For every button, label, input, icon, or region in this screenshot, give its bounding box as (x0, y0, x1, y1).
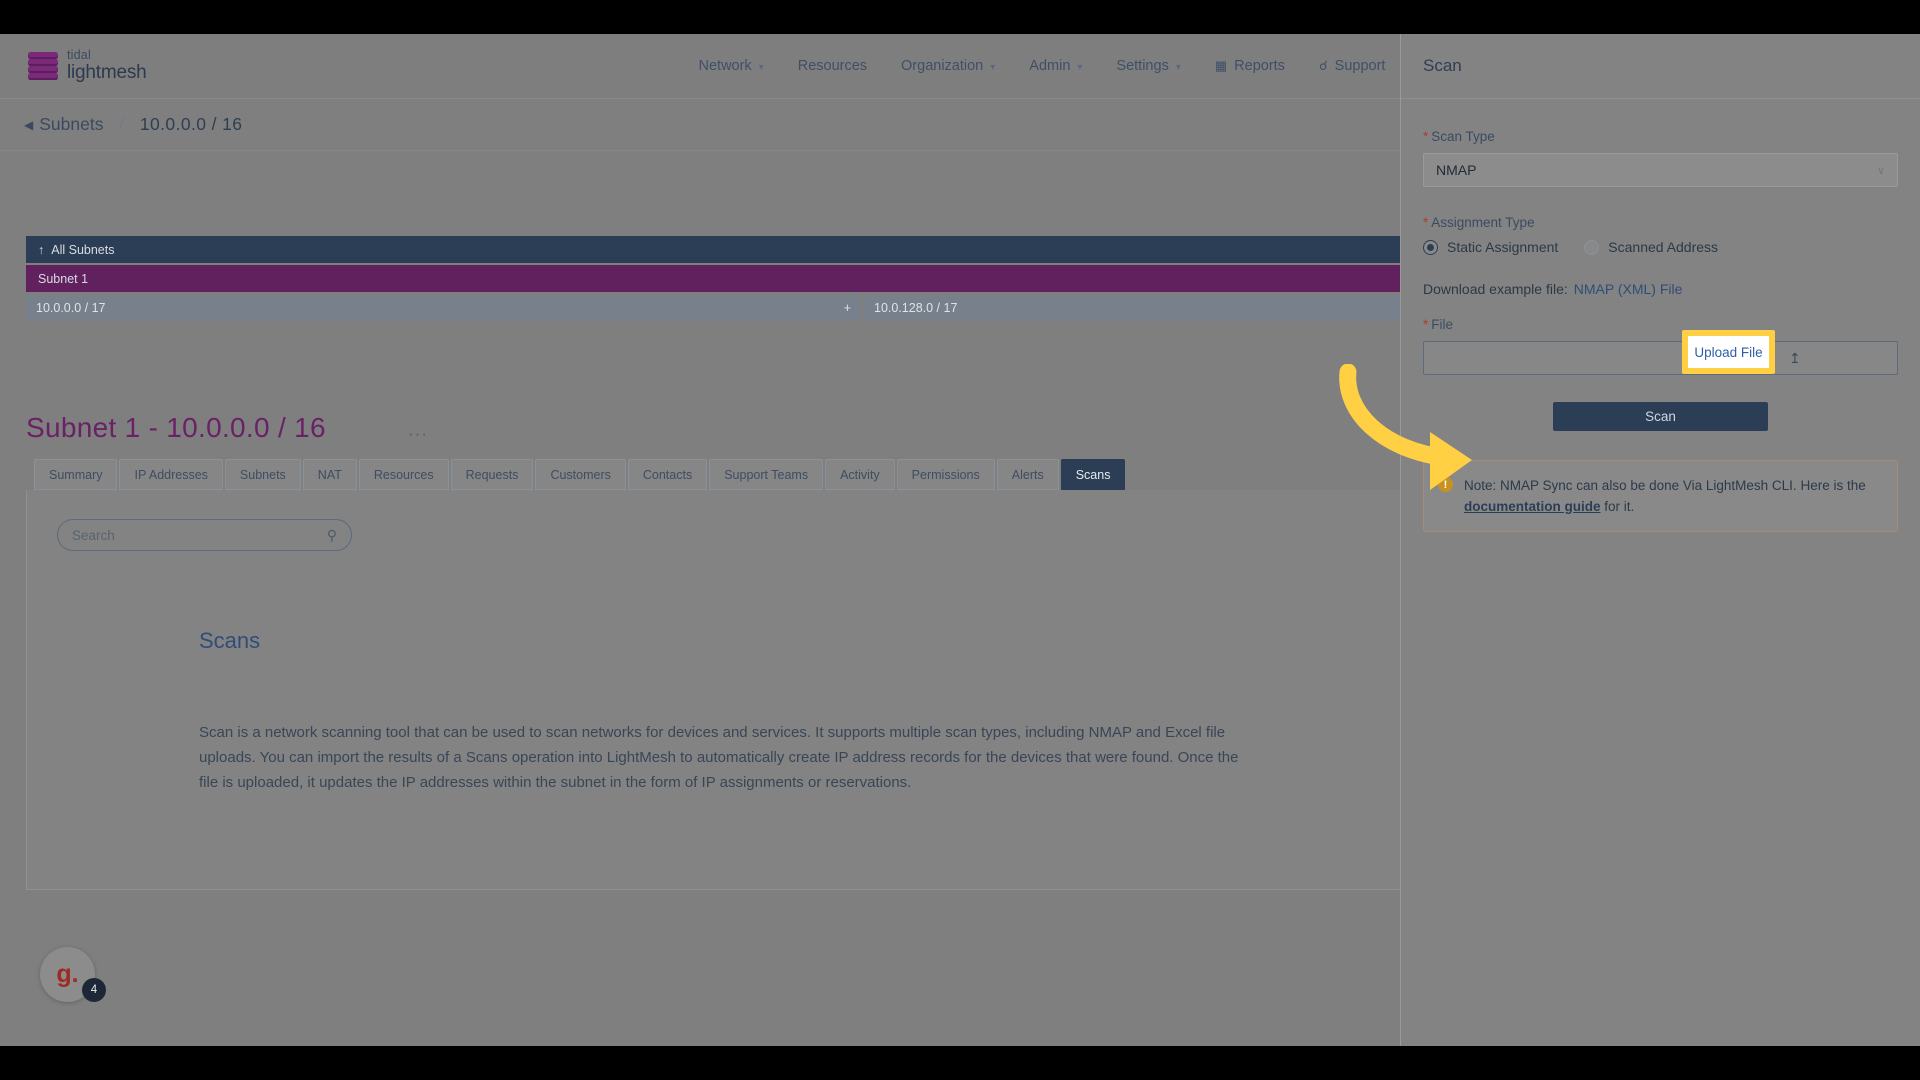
tab-support-teams[interactable]: Support Teams (709, 459, 824, 490)
upload-file-highlight: Upload File (1682, 330, 1775, 374)
tab-resources[interactable]: Resources (358, 459, 449, 490)
scan-type-value: NMAP (1436, 162, 1477, 178)
scans-panel: ⚲ Scans Scan is a network scanning tool … (26, 490, 1401, 890)
radio-unselected-icon (1584, 239, 1600, 255)
nav-label: Settings (1116, 58, 1169, 74)
chevron-down-icon: ∨ (1876, 164, 1885, 177)
nav-label: Network (698, 58, 752, 74)
search-box[interactable]: ⚲ (57, 519, 352, 551)
subnet-bar-selected[interactable]: Subnet 1 (26, 265, 1401, 292)
tab-alerts[interactable]: Alerts (996, 459, 1059, 490)
scan-drawer: Scan * Scan Type NMAP ∨ * Assignment Type … (1400, 34, 1920, 1046)
tab-customers[interactable]: Customers (535, 459, 626, 490)
subnet-child-1[interactable]: 10.0.0.0 / 17 + (26, 295, 861, 321)
tab-ip-addresses[interactable]: IP Addresses (119, 459, 223, 490)
download-example-row: Download example file: NMAP (XML) File (1423, 281, 1898, 297)
subnet-bar-all-label: All Subnets (51, 242, 115, 257)
required-asterisk: * (1423, 215, 1429, 230)
guide-widget-letter: g. (56, 960, 79, 988)
back-arrow-icon: ◀ (24, 117, 34, 132)
nav-item-network[interactable]: Network ▾ (682, 34, 781, 98)
subnet-bar-all[interactable]: ↑ All Subnets (26, 236, 1401, 263)
chart-icon: ▦ (1214, 58, 1228, 73)
radio-selected-icon (1423, 239, 1438, 255)
breadcrumb-back-link[interactable]: ◀ Subnets (24, 114, 103, 135)
tab-contacts[interactable]: Contacts (627, 459, 708, 490)
breadcrumb-back-label: Subnets (39, 114, 104, 134)
subnet-child-label: 10.0.128.0 / 17 (874, 301, 958, 315)
lightmesh-logo-icon (28, 52, 58, 80)
up-arrow-icon: ↑ (38, 242, 45, 257)
subnet-visualization: ↑ All Subnets Subnet 1 10.0.0.0 / 17 + 1… (26, 236, 1401, 321)
subnet-child-label: 10.0.0.0 / 17 (36, 301, 106, 315)
radio-scanned-address[interactable]: Scanned Address (1584, 239, 1718, 255)
search-input[interactable] (72, 527, 327, 543)
cli-note-suffix: for it. (1600, 499, 1635, 514)
nav-item-admin[interactable]: Admin ▾ (1012, 34, 1099, 98)
upload-icon[interactable]: ↥ (1789, 350, 1801, 367)
nav-label: Support (1334, 58, 1386, 74)
assignment-type-radio-group: Static Assignment Scanned Address (1423, 239, 1898, 255)
cli-note-prefix: Note: NMAP Sync can also be done Via Lig… (1464, 478, 1866, 493)
nav-item-settings[interactable]: Settings ▾ (1099, 34, 1197, 98)
cli-note: ! Note: NMAP Sync can also be done Via L… (1423, 460, 1898, 532)
scans-heading: Scans (199, 628, 261, 653)
tab-activity[interactable]: Activity (825, 459, 895, 490)
nav-label: Admin (1029, 58, 1071, 74)
tab-scans[interactable]: Scans (1060, 459, 1126, 490)
scan-type-select[interactable]: NMAP ∨ (1423, 153, 1898, 187)
chevron-down-icon: ▾ (990, 61, 996, 73)
warning-icon: ! (1438, 477, 1453, 492)
drawer-title: Scan (1401, 34, 1920, 99)
brand-line-1: tidal (67, 48, 91, 63)
page-title: Subnet 1 - 10.0.0.0 / 16 (26, 412, 326, 443)
tab-nat[interactable]: NAT (302, 459, 357, 490)
page-more-options[interactable]: ··· (408, 424, 428, 444)
breadcrumb-separator: / (119, 115, 124, 133)
brand-line-2: lightmesh (67, 61, 147, 83)
subnet-child-2[interactable]: 10.0.128.0 / 17 (864, 295, 1401, 321)
required-asterisk: * (1423, 317, 1429, 332)
radio-label: Static Assignment (1447, 239, 1559, 255)
nav-item-organization[interactable]: Organization ▾ (884, 34, 1012, 98)
radio-static-assignment[interactable]: Static Assignment (1423, 239, 1558, 255)
chevron-down-icon: ▾ (758, 61, 764, 73)
assignment-type-label: * Assignment Type (1423, 215, 1535, 230)
chevron-down-icon: ▾ (1175, 61, 1181, 73)
brand-logo[interactable]: tidal lightmesh (28, 49, 147, 82)
tab-bar: Summary IP Addresses Subnets NAT Resourc… (34, 459, 1126, 490)
nav-item-reports[interactable]: ▦ Reports (1198, 34, 1302, 98)
breadcrumb-current: 10.0.0.0 / 16 (139, 114, 243, 134)
nmap-xml-file-link[interactable]: NMAP (XML) File (1574, 281, 1683, 297)
cli-note-text: Note: NMAP Sync can also be done Via Lig… (1464, 475, 1883, 517)
chevron-down-icon: ▾ (1077, 61, 1083, 73)
tab-summary[interactable]: Summary (34, 459, 118, 490)
required-asterisk: * (1423, 129, 1429, 144)
tab-requests[interactable]: Requests (450, 459, 534, 490)
search-icon[interactable]: ⚲ (327, 527, 337, 544)
nav-label: Resources (797, 58, 868, 74)
plus-icon[interactable]: + (844, 301, 851, 315)
nav-label: Organization (901, 58, 984, 74)
file-label: * File (1423, 317, 1454, 332)
tab-subnets[interactable]: Subnets (224, 459, 301, 490)
guide-widget-badge: 4 (82, 978, 106, 1002)
scans-description: Scan is a network scanning tool that can… (199, 724, 1239, 791)
documentation-guide-link[interactable]: documentation guide (1464, 499, 1601, 514)
tab-permissions[interactable]: Permissions (896, 459, 995, 490)
nav-item-support[interactable]: ☌ Support (1302, 34, 1403, 98)
scan-type-label: * Scan Type (1423, 129, 1495, 144)
upload-file-button[interactable]: Upload File (1688, 336, 1769, 368)
nav-item-resources[interactable]: Resources (781, 34, 884, 98)
radio-label: Scanned Address (1608, 239, 1719, 255)
file-upload-field[interactable]: Upload File ↥ (1423, 330, 1898, 375)
app-screen: tidal lightmesh Network ▾ Resources Orga… (0, 34, 1920, 1046)
scan-submit-button[interactable]: Scan (1553, 402, 1768, 431)
download-example-label: Download example file: (1423, 281, 1568, 297)
subnet-children-row: 10.0.0.0 / 17 + 10.0.128.0 / 17 (26, 295, 1401, 321)
subnet-bar-selected-label: Subnet 1 (38, 271, 89, 286)
wrench-icon: ☌ (1318, 58, 1328, 73)
nav-label: Reports (1234, 58, 1285, 74)
